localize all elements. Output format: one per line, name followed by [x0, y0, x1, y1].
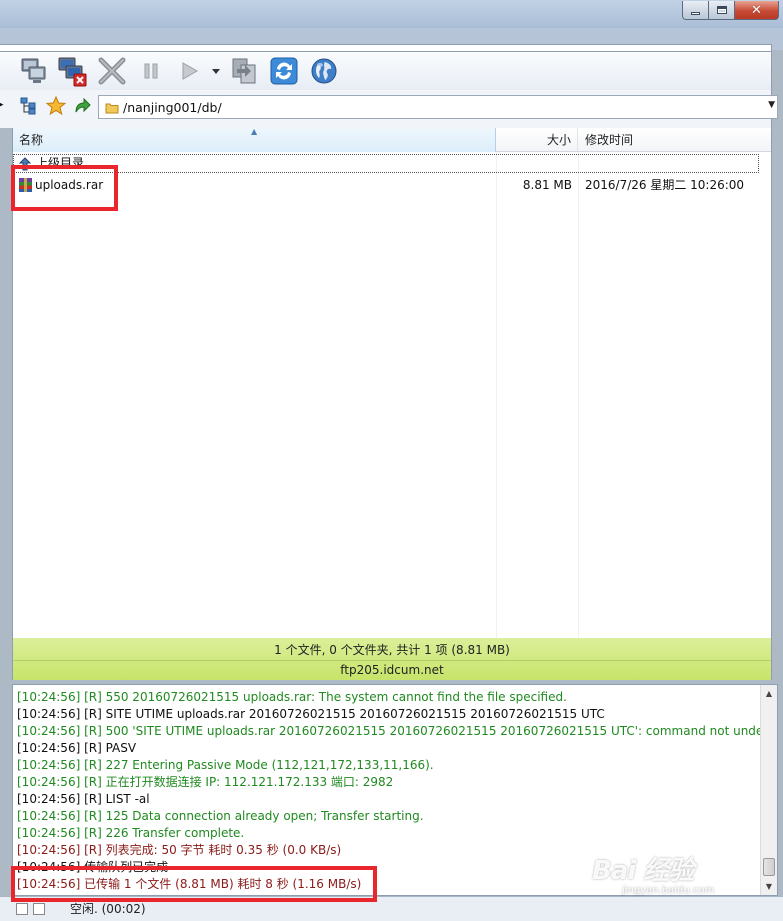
- list-header: 名称 ▲ 大小 修改时间: [13, 127, 771, 152]
- title-bar: ✕: [0, 0, 783, 28]
- log-line: [10:24:56] [R] PASV: [17, 741, 137, 755]
- stop-icon: [98, 57, 126, 85]
- parent-directory-button[interactable]: [72, 96, 92, 119]
- log-line: [10:24:56] 已传输 1 个文件 (8.81 MB) 耗时 8 秒 (1…: [17, 877, 362, 891]
- scroll-down-icon[interactable]: ▼: [761, 878, 777, 895]
- disconnect-button[interactable]: [56, 55, 88, 87]
- menu-strip: [0, 44, 772, 52]
- up-arrow-icon: [75, 97, 91, 113]
- refresh-icon: [270, 57, 298, 85]
- address-bar: ▸ /nanjing001/db/ ▼: [0, 90, 778, 128]
- maximize-icon: [716, 6, 727, 14]
- stop-button[interactable]: [96, 55, 128, 87]
- column-header-size[interactable]: 大小: [496, 128, 578, 152]
- play-dropdown-icon: [212, 69, 220, 74]
- watermark: Bai 经验 jingyan.baidu.com: [592, 850, 714, 896]
- path-input[interactable]: /nanjing001/db/ ▼: [98, 95, 778, 119]
- column-divider: [578, 152, 579, 638]
- file-name: uploads.rar: [35, 178, 104, 192]
- log-line: [10:24:56] [R] SITE UTIME uploads.rar 20…: [17, 707, 605, 721]
- globe-button[interactable]: [308, 55, 340, 87]
- rar-archive-icon: [19, 178, 32, 192]
- bottom-status-bar: 空闲. (00:02): [0, 896, 783, 921]
- close-button[interactable]: ✕: [735, 1, 779, 20]
- scroll-thumb[interactable]: [763, 858, 775, 876]
- play-dropdown-button[interactable]: [206, 55, 226, 87]
- path-text: /nanjing001/db/: [123, 99, 222, 115]
- list-status-bar: 1 个文件, 0 个文件夹, 共计 1 项 (8.81 MB) ftp205.i…: [12, 638, 772, 680]
- watermark-url: jingyan.baidu.com: [622, 885, 715, 896]
- parent-directory-label: 上级目录: [36, 156, 85, 170]
- log-line: [10:24:56] [R] 125 Data connection alrea…: [17, 809, 424, 823]
- table-row[interactable]: uploads.rar 8.81 MB 2016/7/26 星期二 10:26:…: [13, 174, 771, 196]
- window-controls: ✕: [682, 1, 779, 20]
- column-header-name[interactable]: 名称 ▲: [13, 127, 496, 152]
- tree-view-button[interactable]: [20, 97, 38, 118]
- chevron-down-icon[interactable]: ▼: [768, 100, 775, 110]
- sort-up-icon: ▲: [251, 127, 258, 136]
- log-line: [10:24:56] [R] 550 20160726021515 upload…: [17, 690, 567, 704]
- column-header-modified[interactable]: 修改时间: [579, 128, 769, 152]
- log-line: [10:24:56] [R] LIST -al: [17, 792, 150, 806]
- log-line: [10:24:56] [R] 500 'SITE UTIME uploads.r…: [17, 724, 778, 738]
- status-checkbox[interactable]: [16, 903, 28, 915]
- close-icon: ✕: [751, 2, 762, 18]
- pause-icon: [144, 63, 158, 79]
- connect-icon: [21, 58, 46, 83]
- status-checkbox[interactable]: [33, 903, 45, 915]
- maximize-button[interactable]: [709, 1, 735, 20]
- tree-view-icon: [20, 97, 36, 115]
- log-line: [10:24:56] 传输队列已完成: [17, 860, 169, 874]
- log-scrollbar[interactable]: ▲ ▼: [760, 685, 777, 895]
- globe-icon: [311, 58, 337, 84]
- file-list: 名称 ▲ 大小 修改时间 上级目录 uploads.rar 8.81 MB 20…: [12, 127, 772, 638]
- transfer-button[interactable]: [229, 55, 261, 87]
- toolbar: [0, 52, 772, 90]
- minimize-icon: [691, 11, 700, 15]
- folder-icon: [105, 103, 119, 114]
- file-modified: 2016/7/26 星期二 10:26:00: [585, 178, 745, 192]
- list-summary: 1 个文件, 0 个文件夹, 共计 1 项 (8.81 MB): [274, 643, 510, 657]
- minimize-button[interactable]: [682, 1, 709, 20]
- refresh-button[interactable]: [268, 55, 300, 87]
- disconnect-icon: [58, 57, 87, 87]
- parent-directory-row[interactable]: 上级目录: [13, 154, 759, 173]
- watermark-logo: Bai 经验: [592, 856, 694, 886]
- log-line: [10:24:56] [R] 227 Entering Passive Mode…: [17, 758, 434, 772]
- parent-folder-icon: [18, 157, 32, 171]
- column-divider: [496, 152, 497, 638]
- pause-button[interactable]: [135, 55, 167, 87]
- file-size: 8.81 MB: [522, 178, 572, 192]
- idle-status: 空闲. (00:02): [70, 902, 146, 916]
- star-icon: [45, 95, 67, 116]
- log-line: [10:24:56] [R] 正在打开数据连接 IP: 112.121.172.…: [17, 775, 394, 789]
- favorites-button[interactable]: [45, 95, 67, 119]
- play-button[interactable]: [173, 55, 205, 87]
- connect-button[interactable]: [18, 55, 50, 87]
- log-line: [10:24:56] [R] 列表完成: 50 字节 耗时 0.35 秒 (0.…: [17, 843, 342, 857]
- server-host: ftp205.idcum.net: [13, 660, 771, 680]
- play-icon: [182, 62, 199, 80]
- left-pane-dropdown-icon[interactable]: ▸: [0, 100, 4, 110]
- scroll-up-icon[interactable]: ▲: [761, 685, 777, 702]
- transfer-icon: [232, 58, 256, 84]
- log-line: [10:24:56] [R] 226 Transfer complete.: [17, 826, 245, 840]
